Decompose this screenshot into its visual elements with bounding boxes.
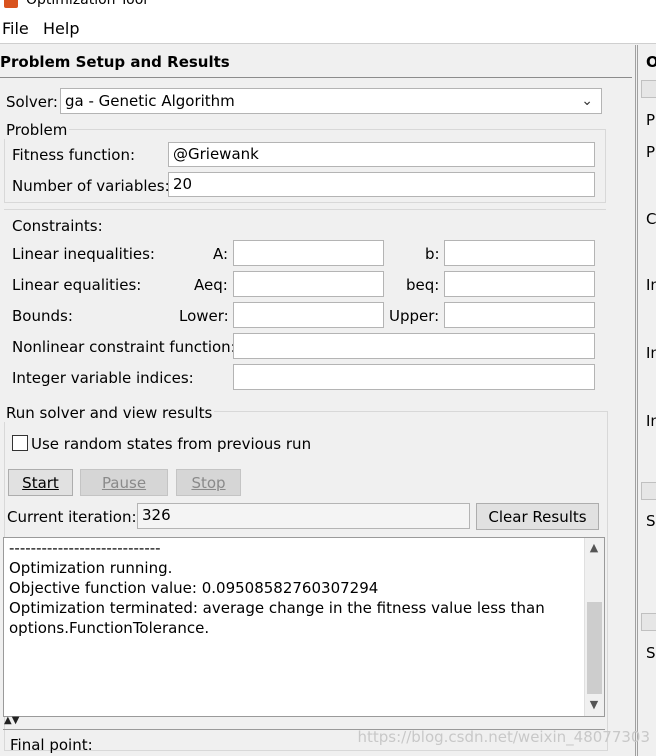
- scrollbar-thumb[interactable]: [587, 602, 602, 694]
- aeq-label: Aeq:: [194, 276, 228, 294]
- pause-button[interactable]: Pause: [80, 469, 168, 496]
- b-label: b:: [425, 245, 440, 263]
- bounds-label: Bounds:: [12, 307, 73, 325]
- options-combo-fragment[interactable]: [641, 80, 656, 98]
- clear-results-label: Clear Results: [488, 508, 587, 526]
- output-line: Optimization running.: [9, 559, 173, 577]
- linear-inequalities-label: Linear inequalities:: [12, 245, 155, 263]
- scroll-up-icon[interactable]: ▲: [585, 539, 603, 557]
- options-header: O: [646, 53, 656, 71]
- nonlinear-constraint-label: Nonlinear constraint function:: [12, 338, 236, 356]
- nonlinear-constraint-input[interactable]: [233, 333, 595, 359]
- beq-label: beq:: [406, 276, 440, 294]
- app-icon: [4, 0, 18, 8]
- a-input[interactable]: [233, 240, 384, 266]
- integer-indices-input[interactable]: [233, 364, 595, 390]
- option-fragment: C: [646, 210, 656, 228]
- option-fragment: In: [646, 344, 656, 362]
- stop-button[interactable]: Stop: [176, 469, 241, 496]
- splitter-arrows-icon[interactable]: ▲▼: [4, 716, 19, 726]
- random-states-label: Use random states from previous run: [31, 435, 312, 453]
- options-panel: O P P C In In In S S: [637, 45, 656, 756]
- output-scrollbar[interactable]: ▲ ▼: [584, 538, 604, 716]
- option-fragment: In: [646, 276, 656, 294]
- stop-button-label: Stop: [191, 474, 226, 492]
- title-bar: Optimization Tool: [0, 0, 656, 10]
- constraints-label: Constraints:: [12, 217, 103, 235]
- run-solver-group-label: Run solver and view results: [4, 404, 215, 422]
- menu-file-label: File: [2, 19, 29, 38]
- problem-setup-panel: Problem Setup and Results Solver: ga - G…: [0, 45, 636, 756]
- option-fragment: P: [646, 111, 656, 129]
- watermark: https://blog.csdn.net/weixin_48077303: [357, 728, 650, 746]
- results-output[interactable]: ---------------------------- Optimizatio…: [3, 537, 605, 717]
- options-expander-fragment[interactable]: [641, 482, 656, 500]
- linear-equalities-label: Linear equalities:: [12, 276, 142, 294]
- start-button-label: Start: [22, 474, 59, 492]
- problem-group-label: Problem: [4, 121, 70, 139]
- solver-select[interactable]: ga - Genetic Algorithm ⌄: [60, 88, 602, 114]
- menu-help-label: Help: [43, 19, 80, 38]
- clear-results-button[interactable]: Clear Results: [476, 503, 599, 530]
- solver-label: Solver:: [6, 93, 58, 111]
- fitness-function-input[interactable]: @Griewank: [168, 142, 595, 167]
- menu-file[interactable]: File: [2, 20, 29, 38]
- scroll-down-icon[interactable]: ▼: [585, 696, 603, 714]
- fitness-function-label: Fitness function:: [12, 146, 136, 164]
- option-fragment: P: [646, 143, 656, 161]
- start-button[interactable]: Start: [8, 469, 73, 496]
- random-states-checkbox[interactable]: [12, 435, 28, 451]
- menu-bar: File Help: [0, 10, 656, 44]
- output-line: ----------------------------: [9, 539, 161, 557]
- aeq-input[interactable]: [233, 271, 384, 297]
- b-input[interactable]: [444, 240, 595, 266]
- option-fragment: S: [646, 512, 656, 530]
- a-label: A:: [213, 245, 229, 263]
- chevron-down-icon: ⌄: [581, 93, 593, 109]
- current-iteration-value: 326: [137, 503, 470, 529]
- menu-help[interactable]: Help: [43, 20, 79, 38]
- num-variables-label: Number of variables:: [12, 177, 170, 195]
- current-iteration-label: Current iteration:: [7, 508, 137, 526]
- pause-button-label: Pause: [101, 474, 147, 492]
- output-line: options.FunctionTolerance.: [9, 619, 210, 637]
- lower-bound-input[interactable]: [233, 302, 384, 328]
- header-divider: [0, 77, 632, 78]
- num-variables-input[interactable]: 20: [168, 172, 595, 197]
- output-line: Objective function value: 0.095085827603…: [9, 579, 379, 597]
- upper-label: Upper:: [389, 307, 440, 325]
- output-line: Optimization terminated: average change …: [9, 599, 545, 617]
- upper-bound-input[interactable]: [444, 302, 595, 328]
- window-title: Optimization Tool: [26, 0, 148, 8]
- option-fragment: In: [646, 412, 656, 430]
- options-expander-fragment[interactable]: [641, 613, 656, 631]
- lower-label: Lower:: [179, 307, 229, 325]
- integer-indices-label: Integer variable indices:: [12, 369, 194, 387]
- option-fragment: S: [646, 644, 656, 662]
- beq-input[interactable]: [444, 271, 595, 297]
- panel-header: Problem Setup and Results: [0, 53, 230, 71]
- solver-value: ga - Genetic Algorithm: [65, 92, 235, 110]
- final-point-label: Final point:: [10, 736, 93, 754]
